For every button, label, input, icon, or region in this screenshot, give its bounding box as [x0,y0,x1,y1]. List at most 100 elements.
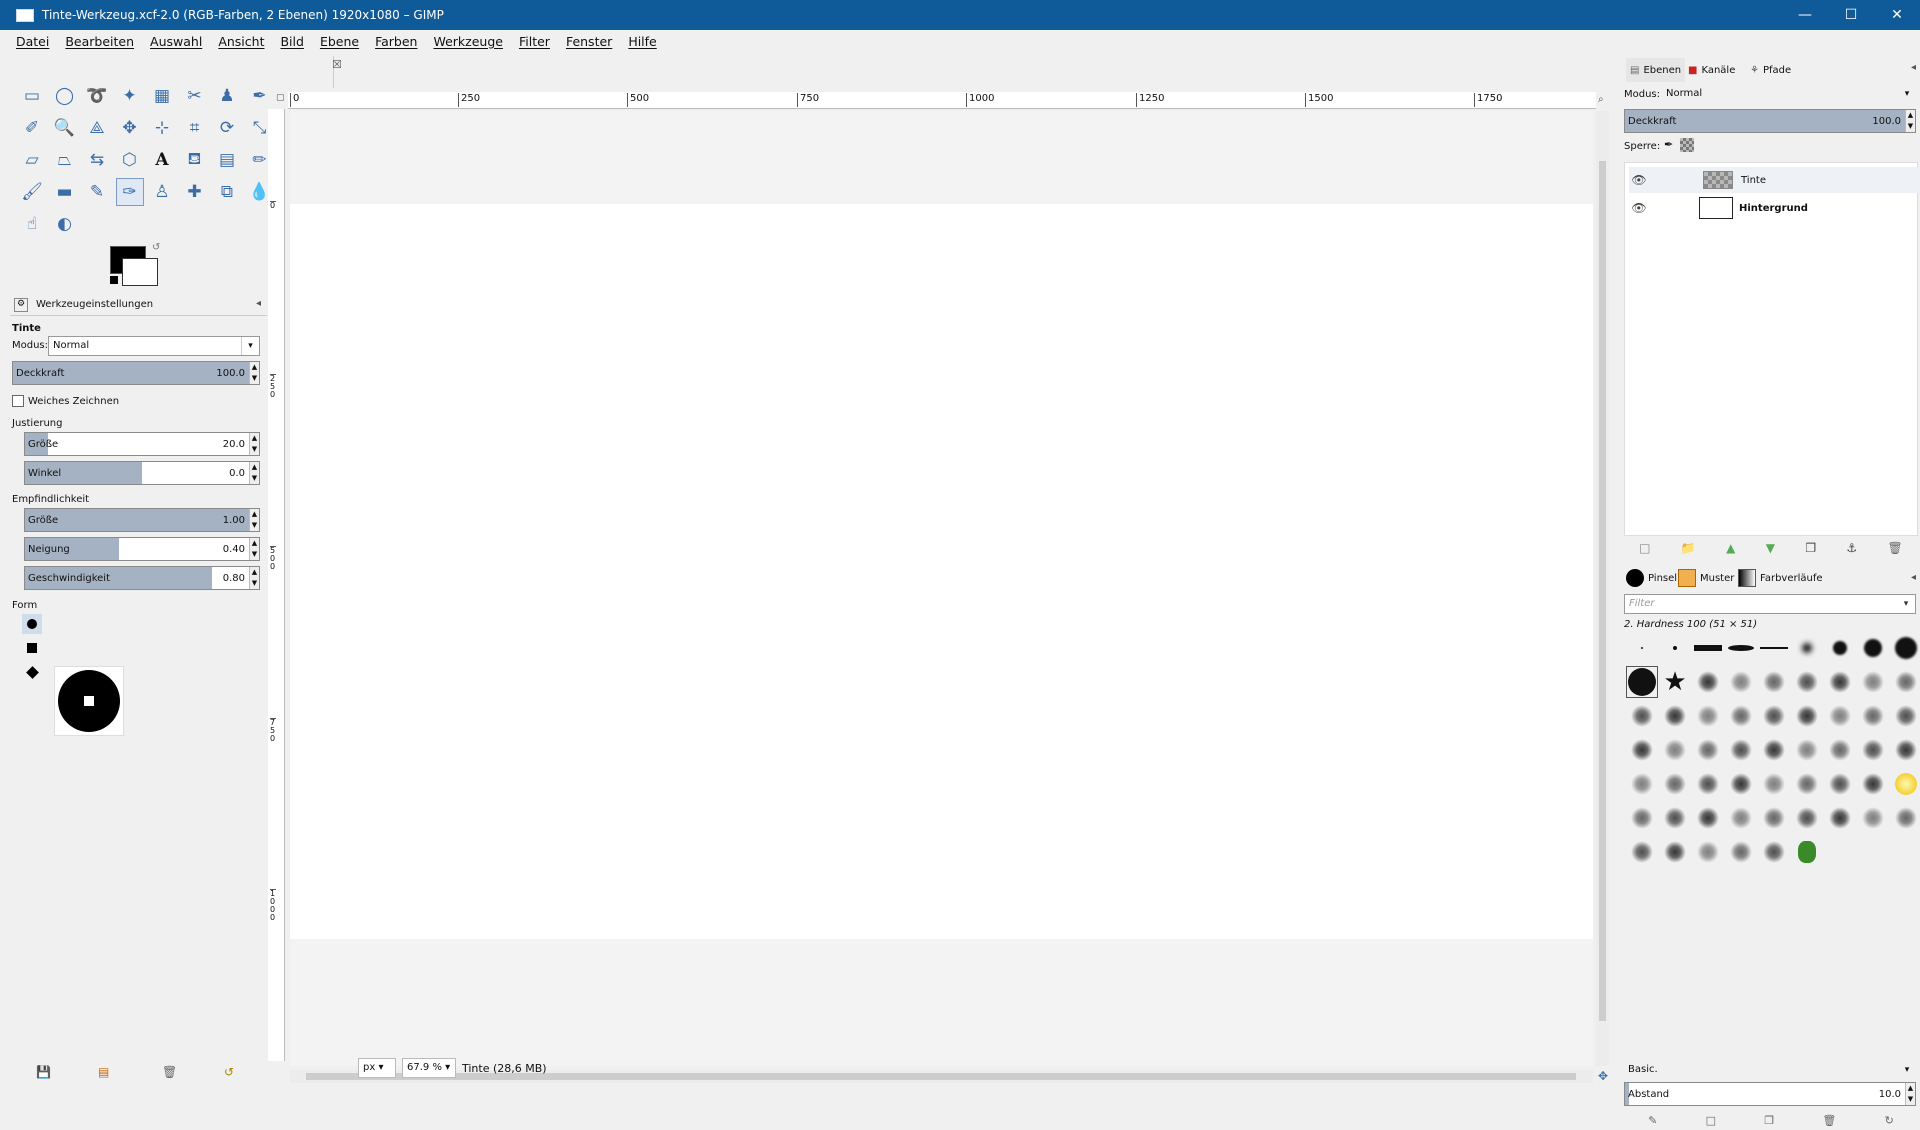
eye-icon[interactable]: 👁 [1629,201,1649,215]
reset-options-icon[interactable]: ↺ [224,1065,234,1079]
menu-auswahl[interactable]: Auswahl [142,34,210,49]
brush-item[interactable] [1659,632,1691,664]
zoom-icon[interactable]: 🔍 [51,114,79,142]
move-icon[interactable]: ✥ [116,114,144,142]
brush-item[interactable] [1791,836,1823,868]
brush-item[interactable] [1824,768,1856,800]
brush-item[interactable] [1725,632,1757,664]
brush-item[interactable] [1725,802,1757,834]
spin-arrows-icon[interactable]: ▲ ▼ [249,509,259,531]
tab-pinsel[interactable]: Pinsel [1626,566,1677,590]
measure-icon[interactable]: ⟁ [83,114,111,142]
brush-item[interactable] [1626,666,1658,698]
brush-item[interactable] [1890,802,1920,834]
smudge-icon[interactable]: ☝ [18,210,46,238]
layer-row[interactable]: 👁 Tinte [1629,167,1919,193]
brush-item[interactable] [1725,666,1757,698]
lasso-icon[interactable]: ➰ [83,82,111,110]
delete-brush-icon[interactable]: 🗑 [1822,1114,1836,1130]
color-picker-icon[interactable]: ✐ [18,114,46,142]
layer-opacity-slider[interactable]: Deckkraft 100.0 ▲ ▼ [1624,109,1916,133]
duplicate-layer-icon[interactable]: ❐ [1805,541,1816,555]
tab-pfade[interactable]: ⚘ Pfade [1750,58,1791,82]
delete-layer-icon[interactable]: 🗑 [1888,541,1903,555]
menu-bild[interactable]: Bild [272,34,311,49]
restore-options-icon[interactable]: ▤ [98,1065,109,1079]
spin-arrows-icon[interactable]: ▲ ▼ [249,567,259,589]
brush-item[interactable] [1791,666,1823,698]
brush-item[interactable] [1824,734,1856,766]
brush-item[interactable] [1692,632,1724,664]
refresh-brushes-icon[interactable]: ↻ [1885,1114,1894,1130]
tab-farbverlaeufe[interactable]: Farbverläufe [1738,566,1823,590]
raise-layer-icon[interactable]: ▲ [1726,541,1735,555]
close-button[interactable]: ✕ [1874,0,1920,30]
anchor-layer-icon[interactable]: ⚓ [1846,541,1857,555]
vertical-scrollbar[interactable] [1596,111,1609,1066]
zoom-follow-icon[interactable]: ⌕ [1598,94,1604,105]
brush-item[interactable] [1824,666,1856,698]
new-layer-group-icon[interactable]: 📁 [1681,541,1696,555]
ellipse-select-icon[interactable]: ◯ [51,82,79,110]
brush-item[interactable] [1626,700,1658,732]
shear-icon[interactable]: ▱ [18,146,46,174]
brush-item[interactable] [1659,768,1691,800]
brush-item[interactable] [1758,734,1790,766]
scissors-icon[interactable]: ✂ [181,82,209,110]
brush-item[interactable] [1626,734,1658,766]
brush-item[interactable] [1758,632,1790,664]
opacity-slider[interactable]: Deckkraft 100.0 ▲ ▼ [12,361,260,385]
shape-handle[interactable] [84,696,94,706]
brush-item[interactable] [1758,666,1790,698]
spin-arrows-icon[interactable]: ▲ ▼ [1905,110,1915,132]
layer-mode-select[interactable]: Normal ▾ [1662,85,1916,105]
brush-item[interactable] [1857,632,1889,664]
sensitivity-size-slider[interactable]: Größe 1.00 ▲ ▼ [24,508,260,532]
brush-item[interactable] [1692,700,1724,732]
flip-icon[interactable]: ⇆ [83,146,111,174]
brush-item[interactable] [1692,768,1724,800]
crop-icon[interactable]: ⌗ [181,114,209,142]
cage-icon[interactable]: ⬡ [116,146,144,174]
new-layer-icon[interactable]: □ [1639,541,1650,555]
spin-arrows-icon[interactable]: ▲ ▼ [249,462,259,484]
brush-item[interactable] [1857,700,1889,732]
layer-row[interactable]: 👁 Hintergrund [1629,195,1919,221]
scroll-thumb[interactable] [1599,161,1606,1021]
duplicate-brush-icon[interactable]: ❐ [1764,1114,1774,1130]
menu-datei[interactable]: Datei [8,34,57,49]
brush-item[interactable] [1890,632,1920,664]
quick-mask-icon[interactable]: ▢ [276,93,285,103]
maximize-button[interactable]: ☐ [1828,0,1874,30]
text-icon[interactable]: A [148,146,176,174]
spin-arrows-icon[interactable]: ▲ ▼ [249,433,259,455]
brush-item[interactable] [1758,700,1790,732]
dodge-burn-icon[interactable]: ◐ [51,210,79,238]
brush-item[interactable] [1626,802,1658,834]
edit-brush-icon[interactable]: ✎ [1648,1114,1657,1130]
new-brush-icon[interactable]: □ [1706,1114,1716,1130]
swap-colors-icon[interactable]: ↺ [152,242,160,253]
shape-square-button[interactable] [22,638,42,658]
lock-alpha-icon[interactable] [1680,138,1694,152]
panel-menu-icon[interactable]: ◂ [1911,572,1916,583]
menu-werkzeuge[interactable]: Werkzeuge [425,34,511,49]
size-slider[interactable]: Größe 20.0 ▲ ▼ [24,432,260,456]
brush-item[interactable] [1692,666,1724,698]
brush-item[interactable] [1659,836,1691,868]
angle-slider[interactable]: Winkel 0.0 ▲ ▼ [24,461,260,485]
brush-item[interactable] [1857,666,1889,698]
speed-slider[interactable]: Geschwindigkeit 0.80 ▲ ▼ [24,566,260,590]
brush-item[interactable] [1626,836,1658,868]
spin-arrows-icon[interactable]: ▲ ▼ [1905,1083,1915,1105]
tilt-slider[interactable]: Neigung 0.40 ▲ ▼ [24,537,260,561]
save-options-icon[interactable]: 💾 [36,1065,51,1079]
brush-item[interactable] [1857,802,1889,834]
brush-item[interactable] [1824,700,1856,732]
rect-select-icon[interactable]: ▭ [18,82,46,110]
brush-item[interactable] [1725,700,1757,732]
spacing-slider[interactable]: Abstand 10.0 ▲ ▼ [1624,1082,1916,1106]
menu-farben[interactable]: Farben [367,34,425,49]
paintbrush-icon[interactable]: 🖌 [18,178,46,206]
brush-item[interactable] [1692,802,1724,834]
